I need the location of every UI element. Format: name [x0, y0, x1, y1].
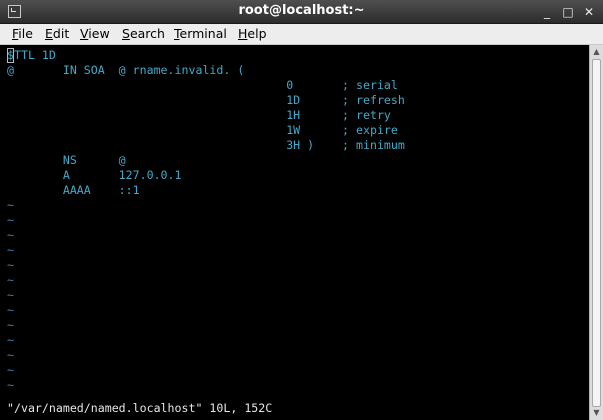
close-button[interactable]: ✕	[580, 3, 598, 21]
menu-help[interactable]: Help	[238, 26, 267, 41]
editor-line-6: 1W ; expire	[7, 123, 398, 137]
editor-line-10: AAAA ::1	[7, 183, 140, 197]
empty-line-tilde: ~	[7, 303, 14, 317]
editor-line-9: A 127.0.0.1	[7, 168, 182, 182]
empty-line-tilde: ~	[7, 363, 14, 377]
editor-line-2: @ IN SOA @ rname.invalid. (	[7, 63, 245, 77]
menu-bar: File Edit View Search Terminal Help	[0, 24, 603, 45]
empty-line-tilde: ~	[7, 243, 14, 257]
empty-line-tilde: ~	[7, 378, 14, 392]
maximize-button[interactable]: □	[559, 3, 577, 21]
menu-file-label: ile	[18, 26, 33, 41]
scrollbar-thumb[interactable]	[592, 59, 601, 407]
empty-line-tilde: ~	[7, 198, 14, 212]
empty-line-tilde: ~	[7, 258, 14, 272]
editor-line-3: 0 ; serial	[7, 78, 398, 92]
menu-edit[interactable]: Edit	[45, 26, 69, 41]
menu-view-label: iew	[88, 26, 110, 41]
menu-terminal[interactable]: Terminal	[174, 26, 227, 41]
scroll-down-arrow-icon[interactable]: ▼	[590, 407, 603, 419]
empty-line-tilde: ~	[7, 333, 14, 347]
editor-line-1: $TTL 1D	[7, 48, 56, 62]
window-title: root@localhost:~	[238, 3, 365, 18]
menu-view[interactable]: View	[80, 26, 110, 41]
editor-line-5: 1H ; retry	[7, 108, 391, 122]
minimize-button[interactable]: _	[538, 3, 556, 21]
vim-status-line: "/var/named/named.localhost" 10L, 152C	[7, 401, 273, 415]
menu-search-label: earch	[129, 26, 165, 41]
terminal-area[interactable]: $TTL 1D @ IN SOA @ rname.invalid. ( 0 ; …	[0, 45, 589, 420]
editor-line-8: NS @	[7, 153, 126, 167]
empty-line-tilde: ~	[7, 213, 14, 227]
empty-line-tilde: ~	[7, 318, 14, 332]
menu-terminal-label: erminal	[179, 26, 227, 41]
menu-edit-accel: E	[45, 26, 53, 41]
menu-edit-label: dit	[52, 26, 70, 41]
empty-line-tilde: ~	[7, 348, 14, 362]
menu-search[interactable]: Search	[122, 26, 165, 41]
empty-line-tilde: ~	[7, 228, 14, 242]
editor-line-4: 1D ; refresh	[7, 93, 405, 107]
menu-help-accel: H	[238, 26, 248, 41]
vertical-scrollbar[interactable]: ▲ ▼	[589, 45, 603, 420]
editor-line-7: 3H ) ; minimum	[7, 138, 405, 152]
menu-help-label: elp	[247, 26, 267, 41]
menu-search-accel: S	[122, 26, 130, 41]
menu-file[interactable]: File	[12, 26, 33, 41]
empty-line-tilde: ~	[7, 273, 14, 287]
window-titlebar[interactable]: root@localhost:~ _ □ ✕	[0, 0, 603, 24]
scroll-up-arrow-icon[interactable]: ▲	[590, 46, 603, 58]
empty-line-tilde: ~	[7, 288, 14, 302]
